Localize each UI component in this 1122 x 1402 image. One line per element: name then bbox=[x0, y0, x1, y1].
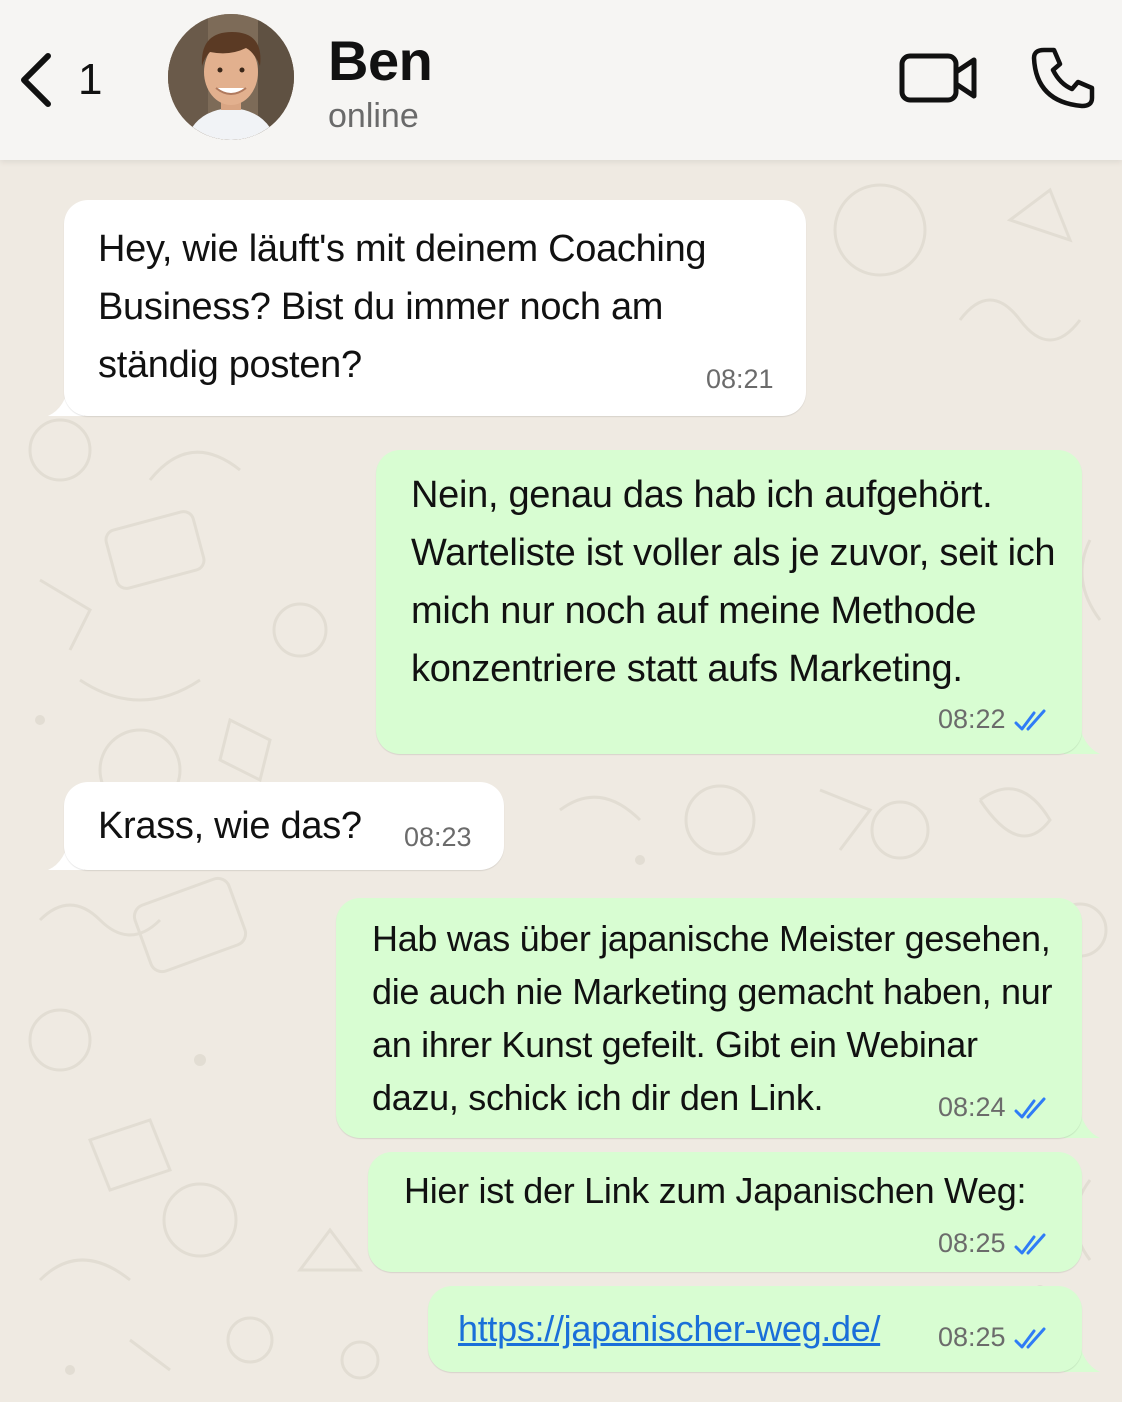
message-time: 08:24 bbox=[938, 1092, 1006, 1122]
message-meta: 08:22 bbox=[938, 704, 1050, 734]
message-link[interactable]: https://japanischer-weg.de/ bbox=[458, 1300, 880, 1358]
video-call-button[interactable] bbox=[898, 50, 980, 106]
double-check-icon bbox=[1014, 1233, 1046, 1255]
message-text: Krass, wie das? bbox=[98, 805, 362, 847]
chat-header: 1 Ben online bbox=[0, 0, 1122, 160]
message-meta: 08:25 bbox=[938, 1322, 1050, 1352]
double-check-icon bbox=[1014, 1097, 1046, 1119]
message-text: Hier ist der Link zum Japanischen Weg: bbox=[404, 1170, 1027, 1211]
avatar-image bbox=[168, 14, 294, 140]
message-meta: 08:25 bbox=[938, 1228, 1050, 1258]
message-outgoing[interactable]: Hab was über japanische Meister gesehen,… bbox=[336, 898, 1082, 1138]
message-time: 08:25 bbox=[938, 1322, 1006, 1352]
message-incoming[interactable]: Hey, wie läuft's mit deinem Coaching Bus… bbox=[64, 200, 806, 416]
voice-call-button[interactable] bbox=[1030, 44, 1096, 110]
message-time: 08:25 bbox=[938, 1228, 1006, 1258]
message-incoming[interactable]: Krass, wie das? 08:23 bbox=[64, 782, 504, 870]
double-check-icon bbox=[1014, 1327, 1046, 1349]
chevron-left-icon bbox=[21, 53, 51, 107]
back-button[interactable] bbox=[14, 50, 58, 110]
unread-count[interactable]: 1 bbox=[78, 54, 102, 106]
contact-status: online bbox=[328, 97, 419, 135]
video-camera-icon bbox=[899, 53, 977, 103]
message-text: Hey, wie läuft's mit deinem Coaching Bus… bbox=[98, 228, 707, 386]
message-outgoing[interactable]: Nein, genau das hab ich aufgehört. Warte… bbox=[376, 450, 1082, 754]
message-time: 08:23 bbox=[404, 822, 472, 852]
double-check-icon bbox=[1014, 709, 1046, 731]
message-outgoing[interactable]: https://japanischer-weg.de/ 08:25 bbox=[428, 1286, 1082, 1372]
contact-name[interactable]: Ben bbox=[328, 30, 433, 92]
message-text: Nein, genau das hab ich aufgehört. Warte… bbox=[411, 474, 1056, 690]
avatar[interactable] bbox=[168, 14, 294, 140]
message-meta: 08:24 bbox=[938, 1092, 1050, 1122]
message-time: 08:21 bbox=[706, 364, 774, 394]
message-time: 08:22 bbox=[938, 704, 1006, 734]
message-outgoing[interactable]: Hier ist der Link zum Japanischen Weg: 0… bbox=[368, 1152, 1082, 1272]
phone-icon bbox=[1031, 47, 1095, 109]
